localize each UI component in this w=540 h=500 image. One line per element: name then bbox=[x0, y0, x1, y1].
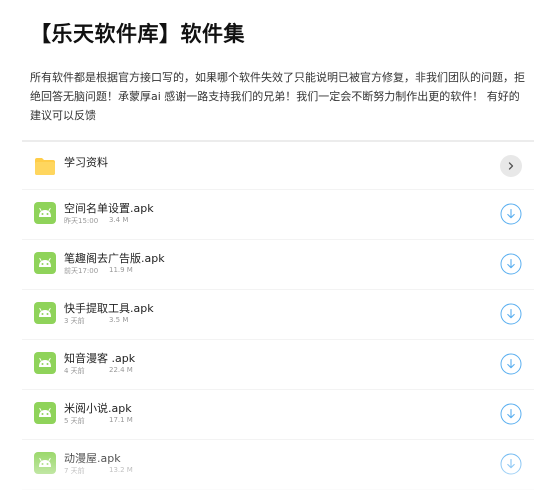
file-row[interactable]: 米阅小说.apk 5 天前 17.1 M bbox=[22, 390, 534, 440]
android-app-icon bbox=[34, 452, 56, 474]
file-row[interactable]: 空间名单设置.apk 昨天15:00 3.4 M bbox=[22, 190, 534, 240]
download-icon bbox=[500, 403, 522, 425]
android-app-icon bbox=[34, 202, 56, 224]
file-time: 5 天前 bbox=[64, 417, 85, 425]
android-app-icon bbox=[34, 352, 56, 374]
folder-row-study-materials[interactable]: 学习资料 bbox=[22, 142, 534, 190]
chevron-right-icon bbox=[508, 162, 514, 170]
folder-icon bbox=[34, 155, 56, 177]
file-row[interactable]: 动漫屋.apk 7 天前 13.2 M bbox=[22, 440, 534, 490]
file-time: 前天17:00 bbox=[64, 267, 99, 275]
page-description: 所有软件都是根据官方接口写的，如果哪个软件失效了只能说明已被官方修复，非我们团队… bbox=[30, 71, 525, 122]
file-meta: 前天17:00 11.9 M bbox=[64, 266, 133, 276]
file-meta: 7 天前 13.2 M bbox=[64, 466, 133, 476]
file-time: 昨天15:00 bbox=[64, 217, 99, 225]
file-size: 17.1 M bbox=[109, 416, 133, 424]
file-size: 3.4 M bbox=[109, 216, 129, 224]
file-size: 11.9 M bbox=[109, 266, 133, 274]
download-icon bbox=[500, 253, 522, 275]
folder-name: 学习资料 bbox=[64, 156, 108, 169]
file-meta: 昨天15:00 3.4 M bbox=[64, 216, 128, 226]
file-name: 动漫屋.apk bbox=[64, 452, 121, 465]
file-row[interactable]: 笔趣阁去广告版.apk 前天17:00 11.9 M bbox=[22, 240, 534, 290]
file-name: 笔趣阁去广告版.apk bbox=[64, 252, 165, 265]
file-meta: 3 天前 3.5 M bbox=[64, 316, 128, 326]
download-button[interactable] bbox=[500, 203, 522, 225]
file-name: 知音漫客 .apk bbox=[64, 352, 136, 365]
file-name: 米阅小说.apk bbox=[64, 402, 132, 415]
download-icon bbox=[500, 453, 522, 475]
download-button[interactable] bbox=[500, 253, 522, 275]
file-row[interactable]: 知音漫客 .apk 4 天前 22.4 M bbox=[22, 340, 534, 390]
file-size: 22.4 M bbox=[109, 366, 133, 374]
file-time: 4 天前 bbox=[64, 367, 85, 375]
file-name: 空间名单设置.apk bbox=[64, 202, 154, 215]
download-icon bbox=[500, 303, 522, 325]
file-name: 快手提取工具.apk bbox=[64, 302, 154, 315]
download-icon bbox=[500, 203, 522, 225]
download-button[interactable] bbox=[500, 403, 522, 425]
download-button[interactable] bbox=[500, 353, 522, 375]
android-app-icon bbox=[34, 302, 56, 324]
file-size: 3.5 M bbox=[109, 316, 129, 324]
file-list: 学习资料 空间名单设置.apk 昨天15:00 3.4 M 笔趣阁去广告版.ap… bbox=[22, 142, 534, 500]
chevron-right-button[interactable] bbox=[500, 155, 522, 177]
file-time: 7 天前 bbox=[64, 467, 85, 475]
android-app-icon bbox=[34, 252, 56, 274]
file-row[interactable]: 快手提取工具.apk 3 天前 3.5 M bbox=[22, 290, 534, 340]
page-title: 【乐天软件库】软件集 bbox=[30, 22, 245, 46]
android-app-icon bbox=[34, 402, 56, 424]
file-meta: 4 天前 22.4 M bbox=[64, 366, 133, 376]
download-icon bbox=[500, 353, 522, 375]
file-time: 3 天前 bbox=[64, 317, 85, 325]
download-button[interactable] bbox=[500, 303, 522, 325]
file-meta: 5 天前 17.1 M bbox=[64, 416, 133, 426]
file-size: 13.2 M bbox=[109, 466, 133, 474]
download-button[interactable] bbox=[500, 453, 522, 475]
